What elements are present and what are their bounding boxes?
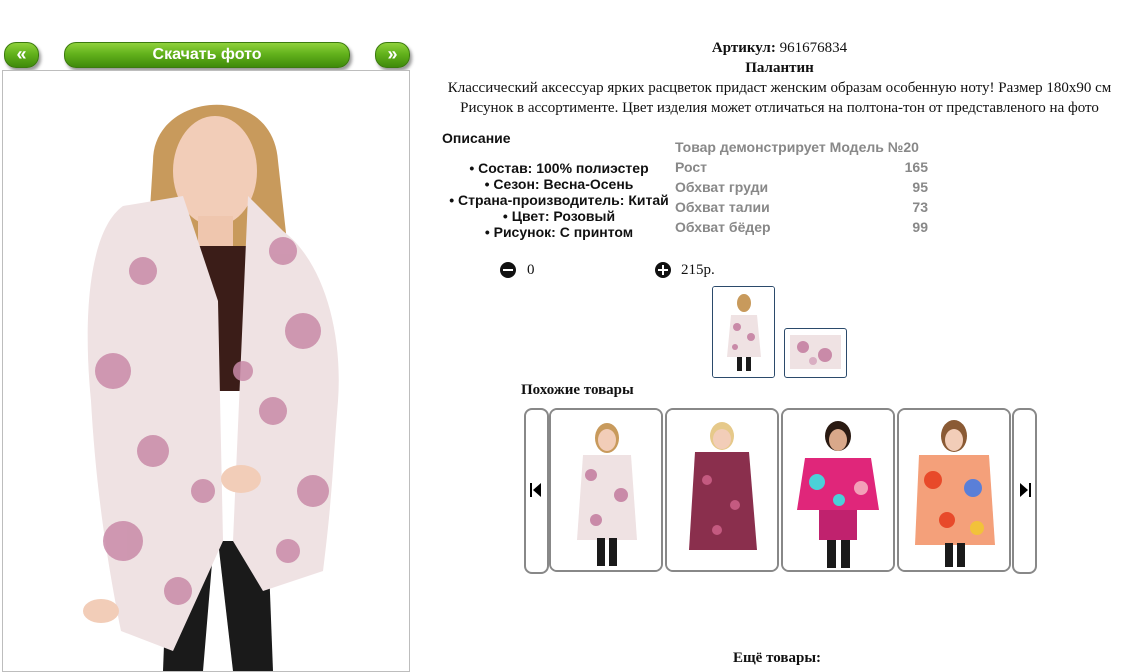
article-line: Артикул: 961676834 xyxy=(420,40,1139,57)
similar-product-card[interactable] xyxy=(665,408,779,572)
similar-product-card[interactable] xyxy=(781,408,895,572)
main-product-photo[interactable] xyxy=(2,70,410,672)
slider-prev-button[interactable] xyxy=(524,408,549,574)
more-products-title: Ещё товары: xyxy=(733,650,822,666)
description-item: Состав: 100% полиэстер xyxy=(430,160,688,176)
description-list: Состав: 100% полиэстер Сезон: Весна-Осен… xyxy=(430,160,688,240)
fabric-thumbnail[interactable] xyxy=(784,328,847,378)
minus-circle-icon[interactable] xyxy=(500,262,516,278)
skip-back-icon xyxy=(530,483,541,497)
similar-product-card[interactable] xyxy=(549,408,663,572)
description-item: Рисунок: С принтом xyxy=(430,224,688,240)
product-description-line-1: Классический аксессуар ярких расцветок п… xyxy=(447,80,1112,96)
prev-photo-button[interactable]: « xyxy=(4,42,39,68)
product-image xyxy=(899,410,1009,570)
measurement-row: Обхват бёдер 99 xyxy=(675,217,928,237)
slider-next-button[interactable] xyxy=(1012,408,1037,574)
product-description-line-2: Рисунок в ассортименте. Цвет изделия мож… xyxy=(460,100,1099,116)
similar-product-card[interactable] xyxy=(897,408,1011,572)
description-item: Страна-производитель: Китай xyxy=(430,192,688,208)
model-title: Товар демонстрирует Модель №20 xyxy=(675,137,928,157)
product-name: Палантин xyxy=(745,60,814,76)
download-photo-button[interactable]: Скачать фото xyxy=(64,42,350,68)
model-measurements: Товар демонстрирует Модель №20 Рост 165 О… xyxy=(675,137,928,237)
model-with-scarf-image xyxy=(3,71,409,671)
description-title: Описание xyxy=(442,130,511,146)
product-image xyxy=(551,410,661,570)
measurement-row: Обхват талии 73 xyxy=(675,197,928,217)
price-value: 215р. xyxy=(681,262,715,278)
product-image xyxy=(667,410,777,570)
next-photo-button[interactable]: » xyxy=(375,42,410,68)
measurement-row: Рост 165 xyxy=(675,157,928,177)
fabric-image xyxy=(790,335,841,369)
skip-forward-icon xyxy=(1020,483,1031,497)
similar-products-title: Похожие товары xyxy=(521,382,634,398)
measurement-row: Обхват груди 95 xyxy=(675,177,928,197)
measurement-value: 73 xyxy=(912,199,928,215)
description-item: Сезон: Весна-Осень xyxy=(430,176,688,192)
quantity-value: 0 xyxy=(527,262,535,278)
measurement-value: 165 xyxy=(904,159,928,175)
photo-thumbnail[interactable] xyxy=(712,286,775,378)
measurement-label: Рост xyxy=(675,159,707,175)
article-value: 961676834 xyxy=(779,40,848,56)
article-label: Артикул: xyxy=(711,40,776,56)
measurement-value: 95 xyxy=(912,179,928,195)
thumbnail-image xyxy=(713,287,774,377)
measurement-value: 99 xyxy=(912,219,928,235)
model-title-text: Товар демонстрирует Модель №20 xyxy=(675,139,919,155)
plus-circle-icon[interactable] xyxy=(655,262,671,278)
measurement-label: Обхват талии xyxy=(675,199,770,215)
measurement-label: Обхват бёдер xyxy=(675,219,771,235)
description-item: Цвет: Розовый xyxy=(430,208,688,224)
product-image xyxy=(783,410,893,570)
measurement-label: Обхват груди xyxy=(675,179,769,195)
